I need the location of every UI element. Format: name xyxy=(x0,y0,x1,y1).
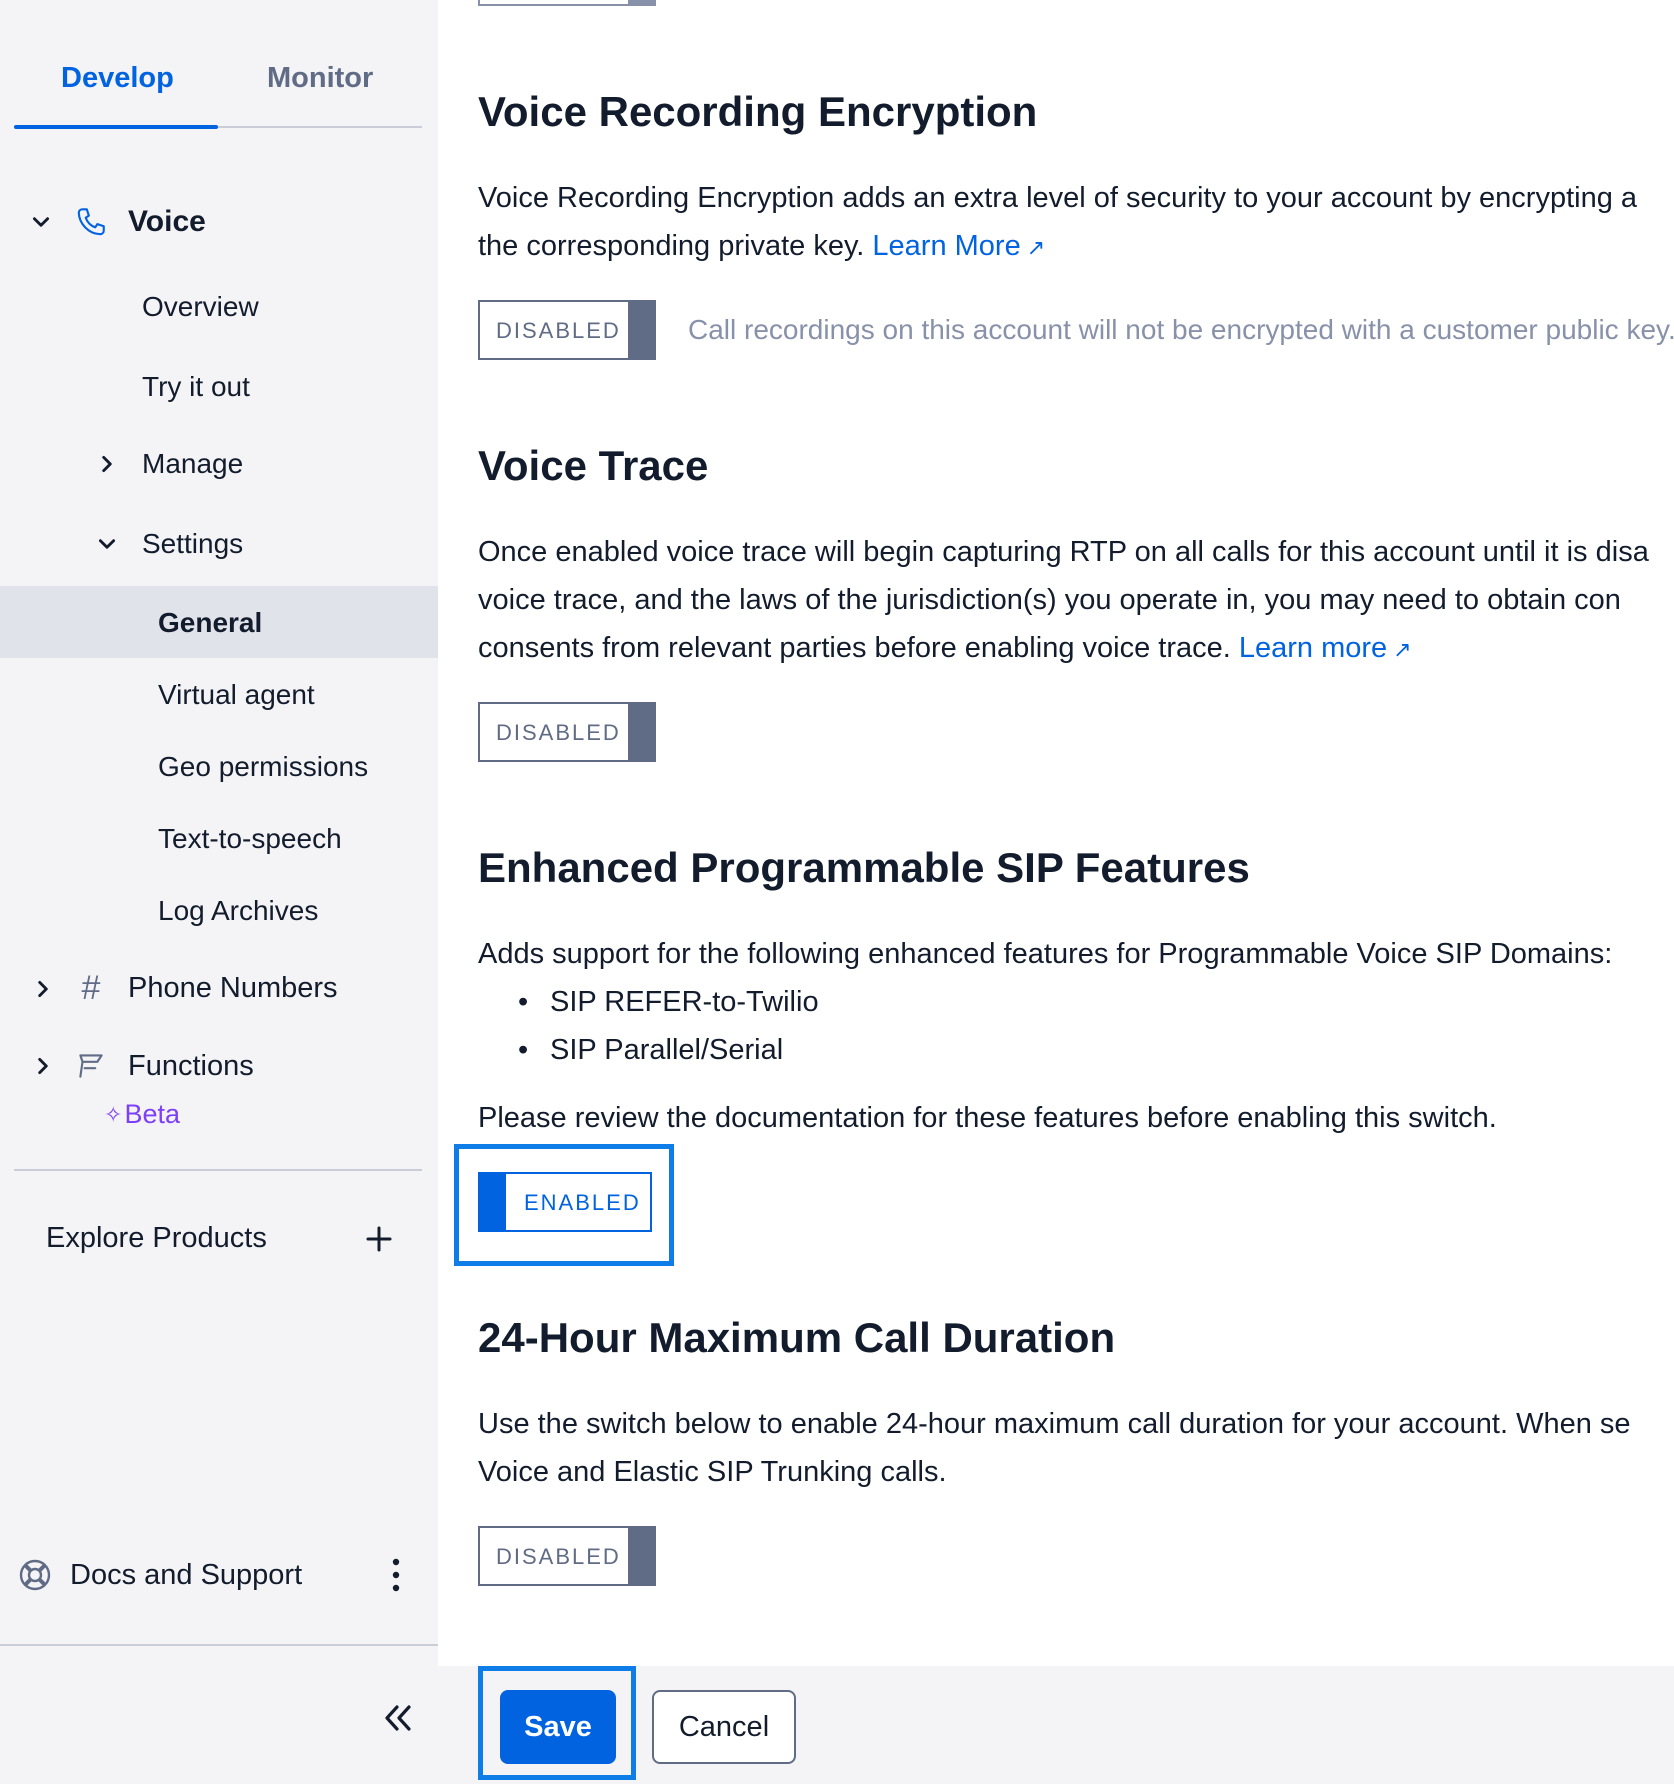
section-title-recording-encryption: Voice Recording Encryption xyxy=(478,88,1038,135)
sidebar-tabs: Develop Monitor xyxy=(14,40,422,129)
sidebar-item-virtual-agent[interactable]: Virtual agent xyxy=(158,679,315,711)
description-line: Voice and Elastic SIP Trunking calls. xyxy=(478,1456,947,1488)
description-line: the corresponding private key. Learn Mor… xyxy=(478,222,1674,272)
sip-features-intro: Adds support for the following enhanced … xyxy=(478,938,1613,970)
section-title-max-call-duration: 24-Hour Maximum Call Duration xyxy=(478,1314,1116,1361)
chevron-down-icon xyxy=(30,211,52,233)
learn-more-link[interactable]: Learn More ↗ xyxy=(872,230,1045,262)
toggle-knob xyxy=(628,704,654,760)
sidebar-item-geo-permissions[interactable]: Geo permissions xyxy=(158,751,368,783)
recording-encryption-status: Call recordings on this account will not… xyxy=(688,314,1674,345)
explore-products-label: Explore Products xyxy=(46,1222,267,1254)
sidebar-item-label: Voice xyxy=(128,205,206,238)
toggle-knob xyxy=(628,1528,654,1584)
divider xyxy=(14,1169,422,1171)
sidebar-item-text-to-speech[interactable]: Text-to-speech xyxy=(158,823,342,855)
save-button[interactable]: Save xyxy=(500,1690,616,1764)
sidebar-item-label: Functions xyxy=(128,1049,254,1082)
learn-more-link[interactable]: Learn more ↗ xyxy=(1239,632,1412,664)
description-line: consents from relevant parties before en… xyxy=(478,624,1674,674)
sidebar-item-phone-numbers[interactable]: # Phone Numbers xyxy=(32,969,338,1008)
sidebar-item-settings[interactable]: Settings xyxy=(96,528,243,560)
recording-encryption-toggle[interactable]: DISABLED xyxy=(478,300,656,360)
chevron-right-icon xyxy=(96,453,118,475)
explore-products-button[interactable]: Explore Products xyxy=(46,1222,392,1255)
sidebar-item-label: Manage xyxy=(142,448,244,479)
external-link-icon: ↗ xyxy=(1393,637,1412,662)
hash-icon: # xyxy=(81,969,101,1007)
description-line: voice trace, and the laws of the jurisdi… xyxy=(478,584,1621,616)
sidebar-item-label: Phone Numbers xyxy=(128,972,338,1004)
list-item: SIP Parallel/Serial xyxy=(518,1026,819,1074)
sparkle-icon: ✧ xyxy=(104,1101,123,1127)
sip-features-toggle[interactable]: ENABLED xyxy=(478,1172,652,1232)
section-title-voice-trace: Voice Trace xyxy=(478,442,709,489)
description-text: the corresponding private key. xyxy=(478,230,865,262)
beta-badge: ✧ Beta xyxy=(104,1099,180,1130)
list-item: SIP REFER-to-Twilio xyxy=(518,978,819,1026)
docs-and-support-label: Docs and Support xyxy=(70,1558,303,1591)
sidebar-item-overview[interactable]: Overview xyxy=(142,291,259,323)
sidebar: Develop Monitor Voice Overview Try it ou… xyxy=(0,0,438,1784)
active-tab-indicator xyxy=(14,125,218,129)
recording-encryption-description: Voice Recording Encryption adds an extra… xyxy=(478,174,1674,272)
collapse-sidebar-icon[interactable] xyxy=(382,1704,414,1732)
description-line: Voice Recording Encryption adds an extra… xyxy=(478,182,1638,214)
description-line: Once enabled voice trace will begin capt… xyxy=(478,536,1649,568)
sidebar-item-try-it-out[interactable]: Try it out xyxy=(142,371,250,403)
toggle-knob xyxy=(480,1174,506,1230)
toggle-label: ENABLED xyxy=(524,1190,641,1215)
description-line: Use the switch below to enable 24-hour m… xyxy=(478,1408,1631,1440)
chevron-right-icon xyxy=(32,978,54,1000)
functions-icon xyxy=(79,1054,103,1078)
docs-and-support[interactable]: Docs and Support xyxy=(18,1558,410,1592)
sidebar-item-log-archives[interactable]: Log Archives xyxy=(158,895,318,927)
toggle-label: DISABLED xyxy=(496,318,621,343)
lifebuoy-icon xyxy=(19,1559,51,1591)
toggle-label: DISABLED xyxy=(496,1544,621,1569)
sip-features-list: SIP REFER-to-Twilio SIP Parallel/Serial xyxy=(518,978,819,1074)
sidebar-item-functions[interactable]: Functions xyxy=(32,1049,254,1083)
max-call-duration-toggle[interactable]: DISABLED xyxy=(478,1526,656,1586)
external-link-icon: ↗ xyxy=(1026,235,1046,260)
learn-more-label: Learn More xyxy=(872,230,1021,262)
sip-features-review-note: Please review the documentation for thes… xyxy=(478,1102,1497,1134)
tab-develop[interactable]: Develop xyxy=(61,62,174,95)
sidebar-item-voice[interactable]: Voice xyxy=(30,205,206,239)
more-vertical-icon[interactable] xyxy=(392,1558,400,1592)
plus-icon xyxy=(366,1226,392,1251)
main-content: Voice Recording Encryption Voice Recordi… xyxy=(438,0,1674,1784)
chevron-down-icon xyxy=(96,533,118,555)
learn-more-label: Learn more xyxy=(1238,632,1388,664)
tab-monitor[interactable]: Monitor xyxy=(267,62,373,95)
sidebar-item-manage[interactable]: Manage xyxy=(96,448,243,480)
sidebar-item-label: Settings xyxy=(142,528,244,559)
toggle-partial xyxy=(478,0,656,6)
chevron-right-icon xyxy=(32,1055,54,1077)
voice-trace-description: Once enabled voice trace will begin capt… xyxy=(478,528,1674,674)
max-call-duration-description: Use the switch below to enable 24-hour m… xyxy=(478,1400,1674,1496)
beta-label: Beta xyxy=(124,1099,180,1129)
divider xyxy=(0,1644,438,1646)
sidebar-item-general[interactable]: General xyxy=(158,607,262,639)
section-title-sip-features: Enhanced Programmable SIP Features xyxy=(478,844,1250,891)
toggle-label: DISABLED xyxy=(496,720,621,745)
cancel-button[interactable]: Cancel xyxy=(652,1690,796,1764)
phone-icon xyxy=(77,208,105,236)
voice-trace-toggle[interactable]: DISABLED xyxy=(478,702,656,762)
description-text: consents from relevant parties before en… xyxy=(478,632,1231,664)
toggle-knob xyxy=(628,302,654,358)
